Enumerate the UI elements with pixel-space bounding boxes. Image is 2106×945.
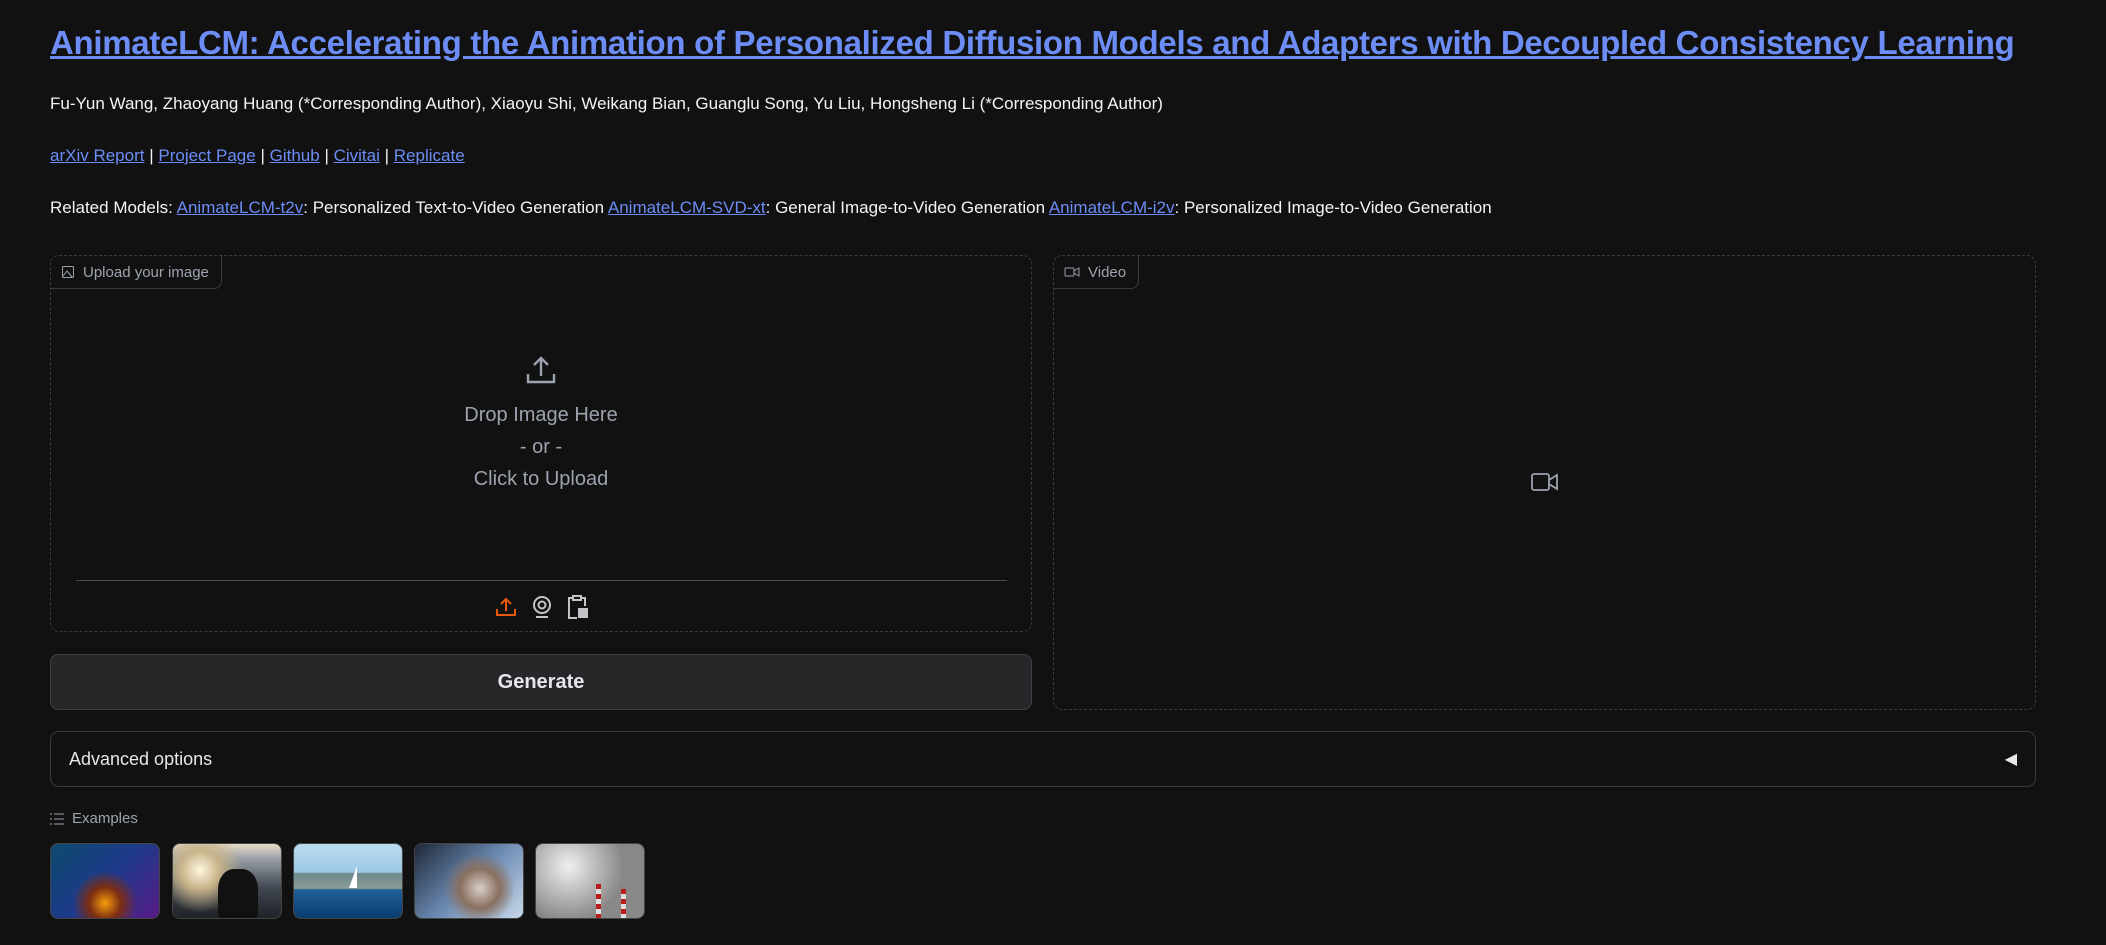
related-models: Related Models: AnimateLCM-t2v: Personal… <box>50 198 1492 218</box>
github-link[interactable]: Github <box>270 146 320 165</box>
sep: | <box>149 146 154 165</box>
divider <box>76 580 1007 581</box>
video-placeholder-icon <box>1531 473 1558 491</box>
example-thumb-dog[interactable] <box>172 843 282 919</box>
i2v-link[interactable]: AnimateLCM-i2v <box>1049 198 1175 217</box>
webcam-icon[interactable] <box>531 595 553 619</box>
sep: | <box>260 146 265 165</box>
links-row: arXiv Report | Project Page | Github | C… <box>50 146 465 166</box>
civitai-link[interactable]: Civitai <box>334 146 380 165</box>
drop-text: Drop Image Here <box>464 404 618 426</box>
image-upload-panel[interactable]: Upload your image Drop Image Here - or -… <box>50 255 1032 632</box>
video-camera-icon <box>1064 267 1080 277</box>
video-label-text: Video <box>1088 263 1127 281</box>
example-thumb-smokestacks[interactable] <box>535 843 645 919</box>
upload-label: Upload your image <box>51 256 222 289</box>
video-label: Video <box>1054 256 1140 289</box>
example-thumb-sailboat[interactable] <box>293 843 403 919</box>
or-text: - or - <box>519 436 563 458</box>
svd-xt-link[interactable]: AnimateLCM-SVD-xt <box>608 198 766 217</box>
desc: : Personalized Image-to-Video Generation <box>1174 198 1492 217</box>
advanced-options-accordion[interactable]: Advanced options ◀ <box>50 731 2036 787</box>
advanced-options-label: Advanced options <box>69 748 213 769</box>
examples-header: Examples <box>50 810 138 827</box>
project-page-link[interactable]: Project Page <box>158 146 255 165</box>
desc: : General Image-to-Video Generation <box>765 198 1049 217</box>
arxiv-link[interactable]: arXiv Report <box>50 146 144 165</box>
example-thumb-cyberpunk[interactable] <box>50 843 160 919</box>
examples-label: Examples <box>72 810 138 827</box>
generate-button[interactable]: Generate <box>50 654 1032 710</box>
video-panel: Video <box>1053 255 2036 710</box>
upload-icon[interactable] <box>525 354 557 386</box>
replicate-link[interactable]: Replicate <box>394 146 465 165</box>
clipboard-icon[interactable] <box>567 594 589 620</box>
upload-source-icon[interactable] <box>495 596 517 618</box>
page-title-link[interactable]: AnimateLCM: Accelerating the Animation o… <box>50 24 2015 62</box>
t2v-link[interactable]: AnimateLCM-t2v <box>177 198 304 217</box>
upload-label-text: Upload your image <box>83 263 209 281</box>
image-icon <box>62 266 74 278</box>
related-label: Related Models: <box>50 198 177 217</box>
sep: | <box>384 146 390 165</box>
desc: : Personalized Text-to-Video Generation <box>303 198 608 217</box>
collapse-arrow-icon[interactable]: ◀ <box>2005 749 2017 769</box>
example-thumb-snow[interactable] <box>414 843 524 919</box>
list-icon <box>50 813 64 824</box>
authors: Fu-Yun Wang, Zhaoyang Huang (*Correspond… <box>50 94 1163 113</box>
sep: | <box>324 146 329 165</box>
click-upload-text[interactable]: Click to Upload <box>51 468 1031 491</box>
